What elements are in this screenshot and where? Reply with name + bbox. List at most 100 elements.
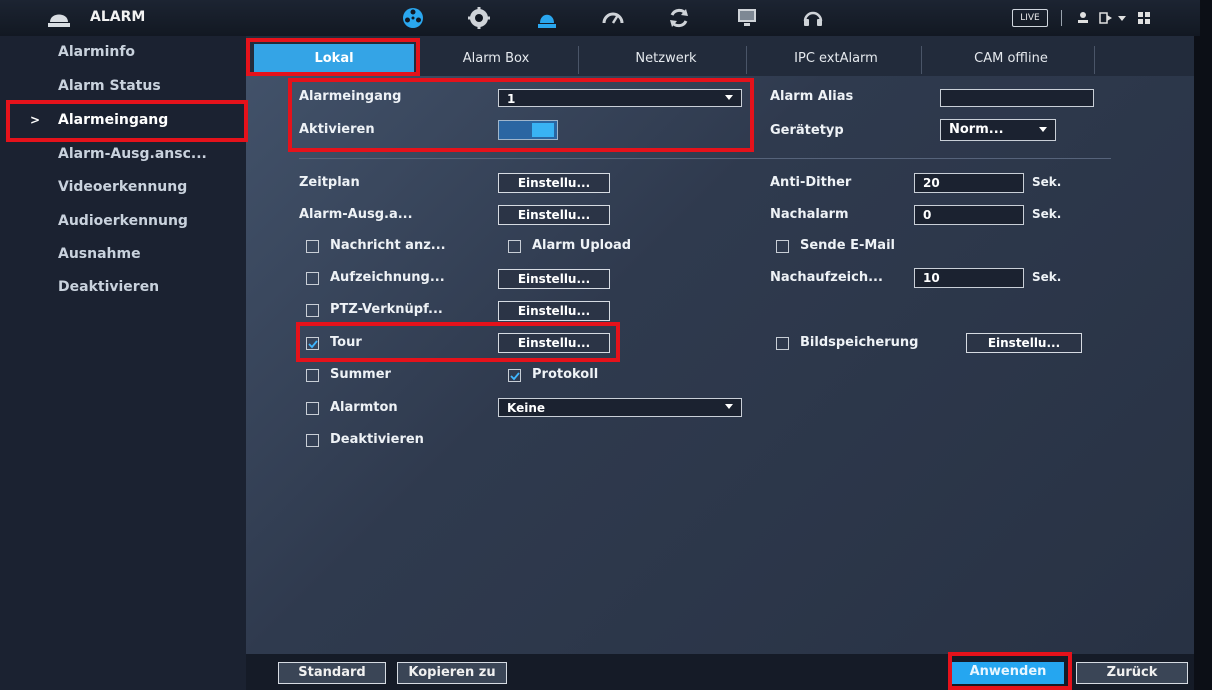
copy-to-button[interactable]: Kopieren zu bbox=[397, 662, 507, 684]
tab-bar: Lokal Alarm Box Netzwerk IPC extAlarm CA… bbox=[246, 36, 1194, 76]
anti-dither-label: Anti-Dither bbox=[770, 175, 852, 190]
alarm-input-value: 1 bbox=[507, 92, 516, 106]
tab-cam-offline[interactable]: CAM offline bbox=[936, 44, 1086, 74]
sidebar-item-ausnahme[interactable]: Ausnahme bbox=[58, 246, 242, 262]
alarm-menu-icon bbox=[48, 14, 70, 27]
apply-button[interactable]: Anwenden bbox=[952, 662, 1064, 684]
tab-alarm-box[interactable]: Alarm Box bbox=[426, 44, 566, 74]
app-title: ALARM bbox=[90, 9, 146, 25]
alarm-input-select[interactable]: 1 bbox=[498, 89, 742, 107]
send-email-label: Sende E-Mail bbox=[800, 238, 895, 253]
alarm-alias-label: Alarm Alias bbox=[770, 89, 854, 104]
alarm-upload-label: Alarm Upload bbox=[532, 238, 632, 253]
tab-divider bbox=[578, 46, 579, 74]
schedule-settings-button[interactable]: Einstellu... bbox=[498, 173, 610, 193]
record-label: Aufzeichnung... bbox=[330, 270, 445, 285]
sidebar-item-audioerkennung[interactable]: Audioerkennung bbox=[58, 213, 242, 229]
alarm-out-label: Alarm-Ausg.a... bbox=[299, 207, 413, 222]
grid-icon[interactable] bbox=[1136, 10, 1152, 26]
speedometer-icon[interactable] bbox=[600, 5, 626, 31]
snapshot-label: Bildspeicherung bbox=[800, 335, 919, 350]
alarm-tone-checkbox[interactable] bbox=[306, 402, 319, 415]
snapshot-settings-button[interactable]: Einstellu... bbox=[966, 333, 1082, 353]
chevron-down-icon bbox=[725, 404, 733, 409]
bottom-bar: Standard Kopieren zu Anwenden Zurück bbox=[246, 654, 1194, 690]
toggle-knob bbox=[532, 123, 554, 137]
sidebar-item-videoerkennung[interactable]: Videoerkennung bbox=[58, 179, 242, 195]
sidebar-item-alarm-ausgang[interactable]: Alarm-Ausg.ansc... bbox=[58, 146, 242, 162]
post-alarm-input[interactable]: 0 bbox=[914, 205, 1024, 225]
post-alarm-label: Nachalarm bbox=[770, 207, 849, 222]
sidebar-item-alarmeingang[interactable]: Alarmeingang bbox=[58, 112, 242, 128]
sidebar: Alarminfo Alarm Status > Alarmeingang Al… bbox=[0, 36, 246, 690]
post-record-unit: Sek. bbox=[1032, 270, 1062, 284]
logout-icon[interactable] bbox=[1098, 10, 1114, 26]
top-bar: ALARM LIVE bbox=[0, 0, 1200, 36]
user-icon[interactable] bbox=[1075, 10, 1091, 26]
anti-dither-unit: Sek. bbox=[1032, 175, 1062, 189]
alarm-alias-input[interactable] bbox=[940, 89, 1094, 107]
disable-label: Deaktivieren bbox=[330, 432, 424, 447]
show-message-checkbox[interactable] bbox=[306, 240, 319, 253]
alarm-upload-checkbox[interactable] bbox=[508, 240, 521, 253]
checkmark-icon bbox=[510, 372, 520, 381]
gear-icon[interactable] bbox=[466, 5, 492, 31]
refresh-icon[interactable] bbox=[666, 5, 692, 31]
live-view-button[interactable]: LIVE bbox=[1012, 9, 1048, 27]
send-email-checkbox[interactable] bbox=[776, 240, 789, 253]
post-record-label: Nachaufzeich... bbox=[770, 270, 883, 285]
alarm-tone-value: Keine bbox=[507, 401, 546, 415]
alarm-tone-label: Alarmton bbox=[330, 400, 398, 415]
dvr-screen: ALARM LIVE Alarminfo Alarm Status > Alar… bbox=[0, 0, 1212, 690]
buzzer-checkbox[interactable] bbox=[306, 369, 319, 382]
headset-icon[interactable] bbox=[800, 5, 826, 31]
anti-dither-input[interactable]: 20 bbox=[914, 173, 1024, 193]
alarm-out-settings-button[interactable]: Einstellu... bbox=[498, 205, 610, 225]
device-type-select[interactable]: Norm... bbox=[940, 119, 1056, 141]
content-panel: Lokal Alarm Box Netzwerk IPC extAlarm CA… bbox=[246, 36, 1194, 654]
device-type-value: Norm... bbox=[949, 122, 1004, 137]
sidebar-item-deaktivieren[interactable]: Deaktivieren bbox=[58, 279, 242, 295]
monitor-icon[interactable] bbox=[734, 5, 760, 31]
tab-netzwerk[interactable]: Netzwerk bbox=[596, 44, 736, 74]
ptz-label: PTZ-Verknüpf... bbox=[330, 302, 443, 317]
record-checkbox[interactable] bbox=[306, 272, 319, 285]
disable-checkbox[interactable] bbox=[306, 434, 319, 447]
post-record-input[interactable]: 10 bbox=[914, 268, 1024, 288]
tour-settings-button[interactable]: Einstellu... bbox=[498, 333, 610, 353]
sidebar-item-alarminfo[interactable]: Alarminfo bbox=[58, 44, 242, 60]
top-separator bbox=[1061, 10, 1062, 26]
active-marker: > bbox=[30, 113, 41, 127]
alarm-bell-icon[interactable] bbox=[534, 5, 560, 31]
snapshot-checkbox[interactable] bbox=[776, 337, 789, 350]
log-label: Protokoll bbox=[532, 367, 599, 382]
schedule-label: Zeitplan bbox=[299, 175, 360, 190]
tour-label: Tour bbox=[330, 335, 362, 350]
show-message-label: Nachricht anz... bbox=[330, 238, 446, 253]
alarm-tone-select[interactable]: Keine bbox=[498, 398, 742, 417]
chevron-down-icon bbox=[725, 95, 733, 100]
chevron-down-icon[interactable] bbox=[1114, 10, 1130, 26]
tab-lokal[interactable]: Lokal bbox=[254, 44, 414, 74]
device-type-label: Gerätetyp bbox=[770, 123, 844, 138]
section-divider bbox=[299, 158, 1111, 159]
alarm-input-label: Alarmeingang bbox=[299, 89, 402, 104]
post-alarm-unit: Sek. bbox=[1032, 207, 1062, 221]
film-reel-icon[interactable] bbox=[400, 5, 426, 31]
enable-label: Aktivieren bbox=[299, 122, 375, 137]
default-button[interactable]: Standard bbox=[278, 662, 386, 684]
tab-ipc-extalarm[interactable]: IPC extAlarm bbox=[766, 44, 906, 74]
checkmark-icon bbox=[308, 340, 318, 349]
ptz-checkbox[interactable] bbox=[306, 304, 319, 317]
sidebar-item-alarm-status[interactable]: Alarm Status bbox=[58, 78, 242, 94]
record-settings-button[interactable]: Einstellu... bbox=[498, 269, 610, 289]
tour-checkbox[interactable] bbox=[306, 337, 319, 350]
back-button[interactable]: Zurück bbox=[1076, 662, 1188, 684]
tab-divider bbox=[746, 46, 747, 74]
tab-divider bbox=[1094, 46, 1095, 74]
enable-toggle[interactable] bbox=[498, 120, 558, 140]
ptz-settings-button[interactable]: Einstellu... bbox=[498, 301, 610, 321]
tab-divider bbox=[921, 46, 922, 74]
log-checkbox[interactable] bbox=[508, 369, 521, 382]
chevron-down-icon bbox=[1039, 127, 1047, 132]
